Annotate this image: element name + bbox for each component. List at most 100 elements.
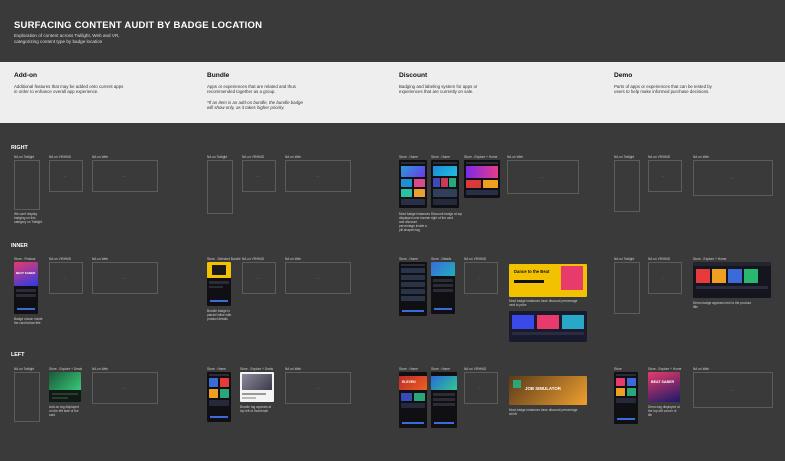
frame-label: NA on VR/HMD [49, 257, 72, 261]
note: Badge shown inside the card below title [14, 317, 43, 325]
row-label-right: RIGHT [11, 145, 28, 151]
note: We can't display badging on this categor… [14, 212, 43, 224]
art-text: BEAT SABER [16, 271, 36, 275]
frame-label: Store - Home [431, 155, 450, 159]
frame-label: NA on VR/HMD [242, 257, 265, 261]
category-desc: Apps or experiences that are related and… [207, 84, 296, 95]
empty-frame-twilight [207, 160, 233, 214]
frame-label: NA on Twilight [14, 367, 35, 371]
category-discount: Discount Badging and labeling system for… [399, 72, 499, 95]
category-note: *If an item is an add-on bundle, the bun… [207, 99, 303, 111]
frame-label: NA on Twilight [207, 155, 228, 159]
screenshot-store-home-2 [431, 160, 459, 208]
frame-label: NA on Web [285, 367, 302, 371]
empty-frame-web: — [693, 160, 773, 196]
category-name: Add-on [14, 72, 38, 79]
art-text: JOB SIMULATOR [525, 386, 561, 391]
empty-frame-web: — [285, 160, 351, 192]
frame-label: NA on VR/HMD [464, 257, 487, 261]
category-desc: Additional features that may be added on… [14, 84, 124, 95]
frame-label: NA on Web [285, 257, 302, 261]
category-name: Discount [399, 72, 428, 79]
screenshot-dance-to-the-beat: Dance to the Beat [509, 264, 587, 297]
empty-frame-web: — [507, 160, 579, 194]
frame-label: Store - Product [14, 257, 36, 261]
note: Demo badge appears next to the product t… [693, 301, 751, 309]
empty-frame-twilight [614, 160, 640, 212]
empty-frame-web: — [285, 372, 351, 404]
category-desc: Badging and labeling system for apps or … [399, 84, 478, 95]
frame-label: Store - Details [431, 257, 452, 261]
frame-label: Store [614, 367, 622, 371]
frame-label: Store - Explore + Deals [49, 367, 83, 371]
frame-label: NA on Twilight [614, 257, 635, 261]
page-title: SURFACING CONTENT AUDIT BY BADGE LOCATIO… [14, 20, 263, 31]
frame-label: Store - Home [399, 257, 418, 261]
frame-label: NA on Web [285, 155, 302, 159]
empty-frame-vr: — [49, 160, 83, 192]
category-name: Demo [614, 72, 633, 79]
category-bundle: Bundle Apps or experiences that are rela… [207, 72, 307, 111]
note: Bundle tag appears at top left of thumbn… [240, 405, 272, 413]
note: Most badge instances have discount perce… [509, 408, 578, 416]
screenshot-eleven: ELEVEN [399, 372, 427, 428]
empty-frame-vr: — [464, 262, 498, 294]
empty-frame-web: — [693, 372, 773, 408]
empty-frame-web: — [285, 262, 351, 294]
frame-label: Store - Explore + Home [648, 367, 682, 371]
note: Discount badge at top right of the card [431, 212, 463, 220]
note: Bundle badge is placed inline with produ… [207, 309, 232, 321]
empty-frame-vr: — [242, 160, 276, 192]
empty-frame-vr: — [49, 262, 83, 294]
screenshot-bundle-card [240, 372, 274, 402]
screenshot-beat-saber-demo: BEAT SABER [648, 372, 680, 402]
empty-frame-twilight [614, 262, 640, 314]
screenshot-discount-details [431, 262, 455, 314]
frame-label: NA on VR/HMD [648, 257, 671, 261]
category-desc: Parts of apps or experiences that can be… [614, 84, 712, 95]
empty-frame-web: — [92, 160, 158, 192]
page-subtitle: Exploration of content across Twilight, … [14, 33, 120, 44]
frame-label: NA on Web [693, 155, 710, 159]
empty-frame-twilight [14, 160, 40, 210]
screenshot-beat-saber-addon: BEAT SABER [14, 262, 38, 314]
frame-label: NA on Web [693, 367, 710, 371]
frame-label: Store - Explore + Deals [240, 367, 274, 371]
screenshot-discount-list [399, 262, 427, 316]
screenshot-bundle [207, 262, 231, 306]
frame-label: NA on Web [92, 155, 109, 159]
note: Most badge instances have discount perce… [509, 299, 578, 307]
note: Most badge instances displayed over bann… [399, 212, 431, 232]
screenshot-store-home [399, 160, 427, 208]
frame-label: Store - Selected Bundle [207, 257, 241, 261]
note: Demo tag displayed at the top left corne… [648, 405, 680, 417]
screenshot-demo-left [614, 372, 638, 424]
category-add-on: Add-on Additional features that may be a… [14, 72, 124, 95]
screenshot-discount-web-row [509, 311, 587, 342]
screenshot-job-simulator: JOB SIMULATOR [509, 376, 587, 405]
screenshot-addon-vr [49, 372, 81, 402]
frame-label: NA on VR/HMD [242, 155, 265, 159]
frame-label: NA on VR/HMD [648, 155, 671, 159]
empty-frame-twilight [14, 372, 40, 422]
frame-label: NA on Web [92, 257, 109, 261]
category-demo: Demo Parts of apps or experiences that c… [614, 72, 714, 95]
empty-frame-web: — [92, 262, 158, 294]
empty-frame-vr: — [648, 262, 682, 294]
row-label-inner: INNER [11, 243, 28, 249]
category-name: Bundle [207, 72, 230, 79]
art-text: Dance to the Beat [514, 269, 550, 274]
empty-frame-vr: — [464, 372, 498, 404]
art-text: BEAT SABER [651, 380, 675, 384]
screenshot-bundle-left [207, 372, 231, 422]
empty-frame-vr: — [242, 262, 276, 294]
frame-label: NA on Web [92, 367, 109, 371]
screenshot-demo-web [693, 262, 771, 298]
frame-label: NA on Web [507, 155, 524, 159]
row-label-left: LEFT [11, 352, 25, 358]
frame-label: Store - Home [399, 155, 418, 159]
note: Add-on tag displayed on the left side of… [49, 405, 79, 417]
art-text: ELEVEN [402, 380, 416, 384]
frame-label: NA on Twilight [614, 155, 635, 159]
frame-label: Store - Explore + Home [693, 257, 727, 261]
